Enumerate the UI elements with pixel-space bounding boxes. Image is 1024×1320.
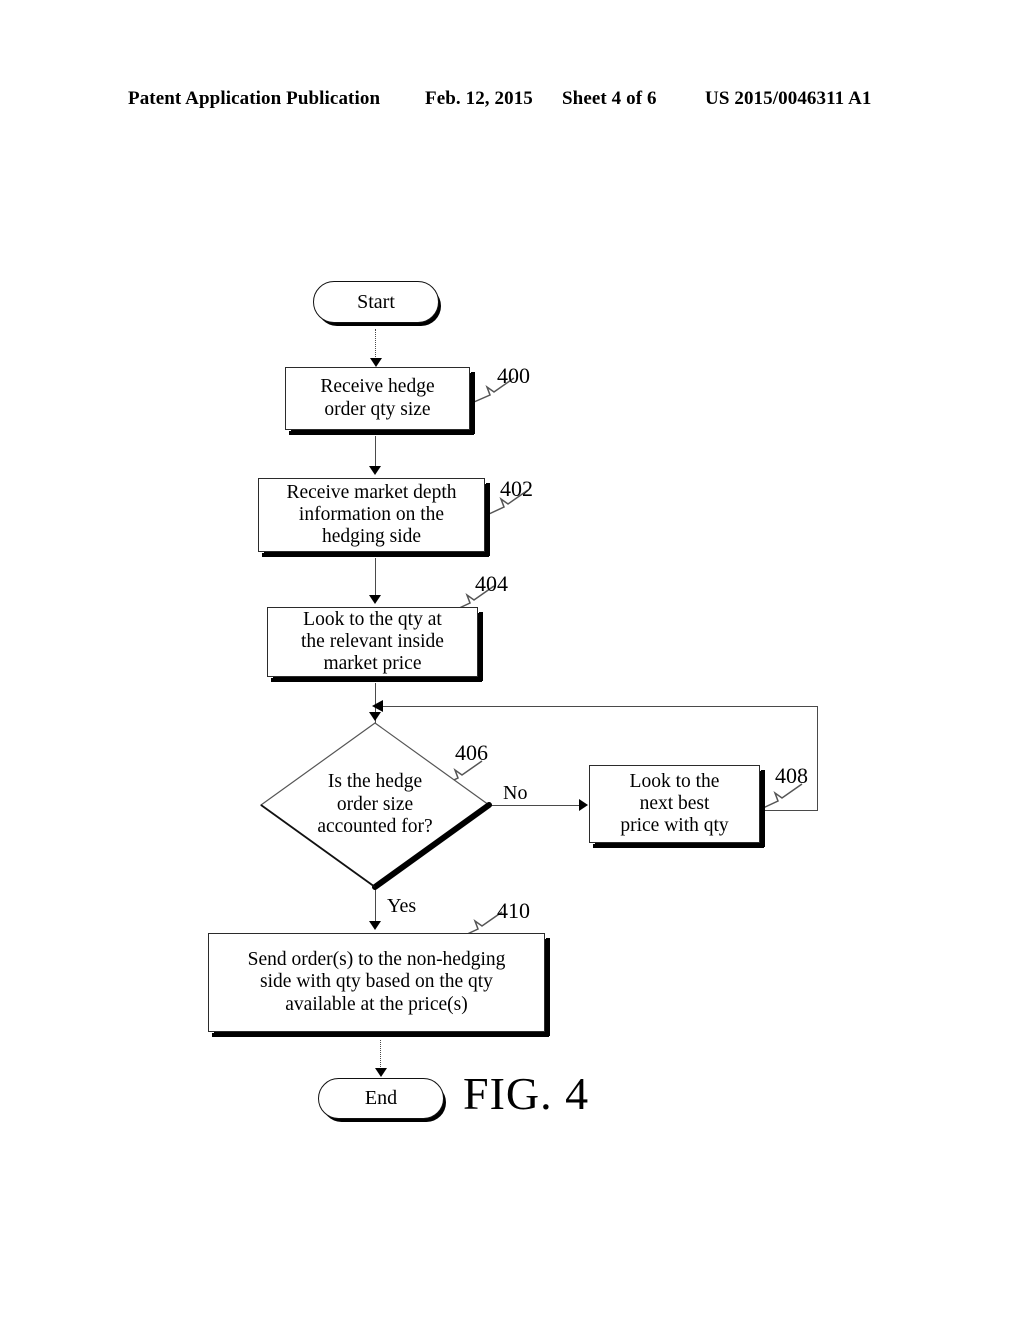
reference-numeral-410: 410 bbox=[497, 898, 530, 923]
flow-step-404-text: Look to the qty at the relevant inside m… bbox=[301, 608, 444, 675]
flow-end-terminator: End bbox=[318, 1078, 444, 1119]
feedback-loop-segment-vertical bbox=[817, 706, 819, 811]
arrowhead-410-to-end bbox=[375, 1068, 387, 1077]
header-patent-number: US 2015/0046311 A1 bbox=[705, 88, 872, 109]
header-sheet-number: Sheet 4 of 6 bbox=[562, 88, 657, 109]
arrowhead-feedback-loop bbox=[372, 700, 383, 712]
reference-numeral-404: 404 bbox=[475, 571, 508, 596]
header-publication-title: Patent Application Publication bbox=[128, 88, 381, 109]
arrowhead-402-to-404 bbox=[369, 595, 381, 604]
arrowhead-406-no-to-408 bbox=[579, 799, 588, 811]
flow-start-label: Start bbox=[357, 290, 395, 313]
reference-numeral-408: 408 bbox=[775, 763, 808, 788]
branch-label-yes: Yes bbox=[387, 895, 417, 917]
reference-numeral-400: 400 bbox=[497, 363, 530, 388]
flow-step-408-text: Look to the next best price with qty bbox=[620, 770, 729, 837]
figure-caption: FIG. 4 bbox=[463, 1068, 590, 1119]
flow-step-410-box: Send order(s) to the non-hedging side wi… bbox=[208, 933, 550, 1037]
flow-start-terminator: Start bbox=[313, 281, 439, 323]
flow-step-404-box: Look to the qty at the relevant inside m… bbox=[267, 607, 483, 682]
reference-numeral-402: 402 bbox=[500, 476, 533, 501]
flow-step-400-text: Receive hedge order qty size bbox=[320, 376, 435, 420]
arrowhead-400-to-402 bbox=[369, 466, 381, 475]
reference-numeral-406: 406 bbox=[455, 740, 488, 765]
connector-402-to-404 bbox=[375, 558, 377, 598]
feedback-loop-segment-top bbox=[381, 706, 818, 708]
flow-end-label: End bbox=[364, 1087, 398, 1110]
flow-step-402-box: Receive market depth information on the … bbox=[258, 478, 490, 557]
connector-406-no-to-408 bbox=[490, 805, 582, 807]
connector-start-to-400 bbox=[375, 329, 376, 361]
arrowhead-406-yes-to-410 bbox=[369, 921, 381, 930]
patent-figure-page: Patent Application Publication Feb. 12, … bbox=[0, 0, 1024, 1320]
flow-step-408-box: Look to the next best price with qty bbox=[589, 765, 765, 848]
arrowhead-start-to-400 bbox=[370, 358, 382, 367]
connector-400-to-402 bbox=[375, 436, 377, 469]
header-publication-date: Feb. 12, 2015 bbox=[425, 88, 533, 109]
flow-step-400-box: Receive hedge order qty size bbox=[285, 367, 475, 435]
flow-step-410-text: Send order(s) to the non-hedging side wi… bbox=[247, 949, 506, 1015]
branch-label-no: No bbox=[503, 782, 528, 804]
flow-step-402-text: Receive market depth information on the … bbox=[286, 481, 457, 548]
